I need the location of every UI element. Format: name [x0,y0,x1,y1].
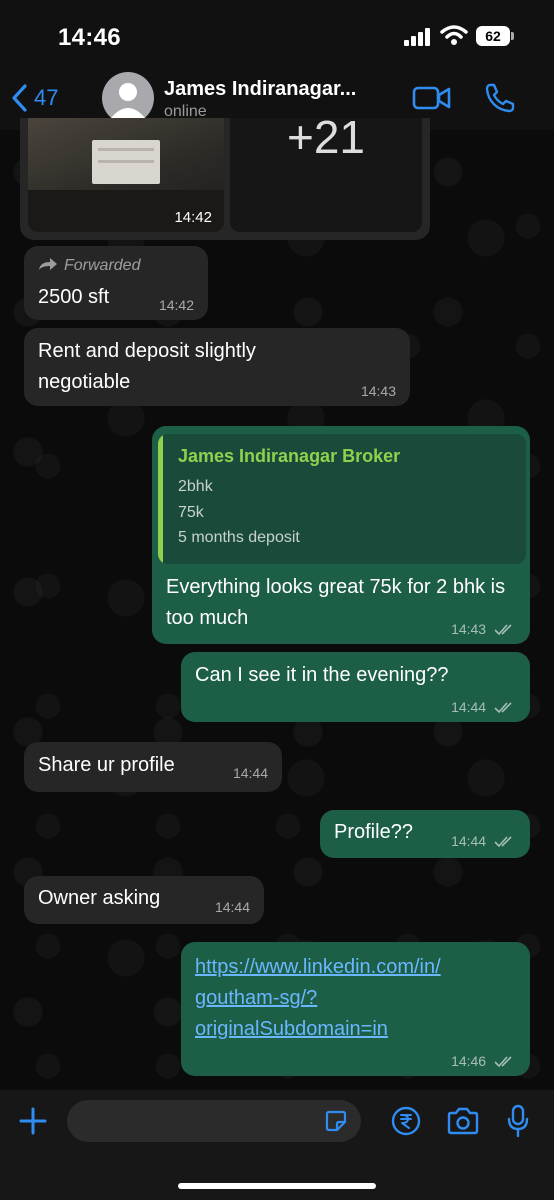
incoming-message[interactable]: Forwarded 2500 sft 14:42 [24,246,208,320]
payment-button[interactable] [390,1105,422,1137]
message-time: 14:44 [451,833,516,849]
status-bar: 14:46 62 [0,0,554,70]
outgoing-message[interactable]: Can I see it in the evening?? 14:44 [181,652,530,722]
quote-accent-bar [158,434,163,564]
link-line[interactable]: goutham-sg/? [195,987,317,1009]
forward-arrow-icon [39,258,57,270]
wifi-icon [440,25,468,45]
quote-author: James Indiranagar Broker [178,446,401,466]
avatar[interactable] [102,72,154,124]
message-text: Share ur profile [38,754,175,776]
camera-button[interactable] [446,1107,480,1135]
battery-nub [511,32,514,40]
link-text: https://www.linkedin.com/in/ goutham-sg/… [195,952,515,1045]
more-photos-thumbnail[interactable]: +21 [230,118,422,232]
incoming-message[interactable]: Owner asking 14:44 [24,876,264,924]
status-time: 14:46 [58,24,121,51]
attach-button[interactable] [18,1106,48,1136]
message-time: 14:43 [360,383,396,399]
incoming-message[interactable]: Rent and deposit slightly negotiable 14:… [24,328,410,406]
double-check-icon [494,702,512,714]
quoted-message[interactable]: James Indiranagar Broker 2bhk 75k 5 mont… [158,434,526,564]
video-call-button[interactable] [412,84,452,112]
quote-line: 2bhk [178,478,213,495]
media-grid-message[interactable]: 14:42 +21 [20,118,430,240]
message-input[interactable] [67,1100,361,1142]
voice-call-button[interactable] [484,82,516,114]
double-check-icon [494,1056,512,1068]
battery-indicator: 62 [476,26,510,46]
cellular-signal-icon [404,28,434,46]
forwarded-text: Forwarded [64,257,141,274]
unread-count: 47 [34,85,59,110]
message-text: Everything looks great 75k for 2 bhk is … [166,576,506,629]
photo-time: 14:42 [174,209,212,226]
chevron-left-icon [12,84,27,112]
default-avatar-icon [111,83,145,118]
link-line[interactable]: https://www.linkedin.com/in/ [195,956,441,978]
incoming-message[interactable]: Share ur profile 14:44 [24,742,282,792]
message-text: Can I see it in the evening?? [195,664,449,686]
contact-name[interactable]: James Indiranagar... [164,78,356,101]
double-check-icon [494,836,512,848]
message-time-text: 14:44 [451,833,487,849]
message-time: 14:44 [214,899,250,915]
forwarded-label: Forwarded [38,254,140,278]
message-text: 2500 sft [38,286,110,308]
outgoing-message[interactable]: https://www.linkedin.com/in/ goutham-sg/… [181,942,530,1076]
message-text: Rent and deposit slightly negotiable [38,340,256,393]
back-button[interactable]: 47 [10,82,58,114]
message-time: 14:44 [232,765,268,781]
message-time-text: 14:44 [451,699,487,715]
quote-line: 5 months deposit [178,529,300,546]
outgoing-message[interactable]: Profile?? 14:44 [320,810,530,858]
sticker-icon[interactable] [325,1110,347,1132]
home-indicator[interactable] [178,1183,376,1189]
more-photos-count: +21 [286,118,366,163]
message-time-text: 14:46 [451,1053,487,1069]
message-text: Profile?? [334,821,413,843]
microphone-button[interactable] [506,1104,530,1138]
link-line[interactable]: originalSubdomain=in [195,1018,388,1040]
message-time: 14:44 [451,699,516,715]
photo-thumbnail[interactable]: 14:42 [28,118,224,232]
quote-line: 75k [178,504,204,521]
message-text: Owner asking [38,887,161,909]
message-time: 14:42 [158,297,194,313]
message-time: 14:46 [451,1053,516,1069]
